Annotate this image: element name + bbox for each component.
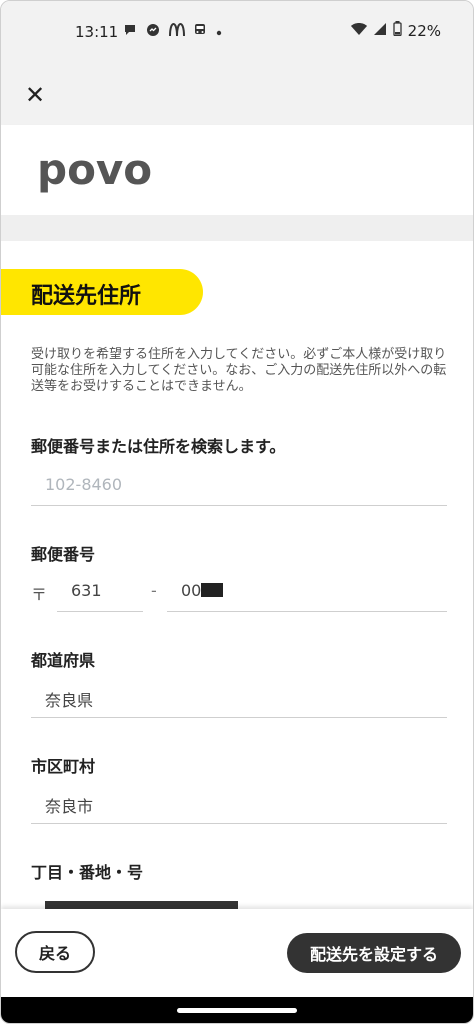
notification-icons — [123, 22, 223, 43]
search-label: 郵便番号または住所を検索します。 — [31, 437, 286, 456]
address-form: 配送先住所 受け取りを希望する住所を入力してください。必ずご本人様が受け取り可能… — [1, 241, 473, 909]
postal-code-first-input[interactable]: 631 — [71, 581, 102, 600]
bus-icon — [193, 23, 207, 42]
battery-icon — [393, 21, 402, 40]
close-icon: ✕ — [24, 81, 46, 109]
close-button[interactable]: ✕ — [21, 81, 49, 109]
mcdonalds-icon — [169, 22, 185, 42]
city-input[interactable]: 奈良市 — [45, 793, 93, 817]
signal-icon — [373, 21, 387, 40]
home-gesture-handle[interactable] — [177, 1008, 297, 1013]
set-delivery-address-button[interactable]: 配送先を設定する — [287, 933, 461, 973]
prefecture-label: 都道府県 — [31, 651, 96, 670]
postal-symbol: 〒 — [31, 585, 48, 604]
footer-actions: 戻る 配送先を設定する — [1, 909, 473, 997]
dot-icon — [215, 24, 223, 42]
city-underline — [31, 823, 447, 824]
street-label: 丁目・番地・号 — [31, 863, 144, 882]
city-label: 市区町村 — [31, 757, 96, 776]
phone-screen: 13:11 22% ✕ povo 配送先住所 受け取りを希望する住所を入力してく… — [0, 0, 474, 1024]
postal-code-label: 郵便番号 — [31, 545, 96, 564]
wifi-icon — [350, 21, 367, 40]
section-divider — [1, 215, 473, 241]
brand-header: povo — [1, 125, 473, 215]
app-bar: ✕ — [1, 63, 473, 125]
status-time: 13:11 — [75, 23, 119, 41]
system-nav-bar — [1, 997, 473, 1023]
search-input-underline — [31, 505, 447, 506]
redaction-mask — [201, 583, 224, 597]
prefecture-input[interactable]: 奈良県 — [45, 687, 93, 711]
postal-first-underline — [57, 611, 143, 612]
section-description: 受け取りを希望する住所を入力してください。必ずご本人様が受け取り可能な住所を入力… — [31, 347, 447, 394]
postal-second-underline — [167, 611, 447, 612]
system-status: 22% — [350, 21, 441, 40]
povo-logo: povo — [37, 145, 153, 194]
postal-dash: - — [151, 581, 157, 600]
back-button[interactable]: 戻る — [15, 931, 95, 973]
battery-percentage: 22% — [407, 21, 441, 40]
prefecture-underline — [31, 717, 447, 718]
section-title-badge: 配送先住所 — [1, 269, 203, 315]
street-input-redacted[interactable] — [45, 901, 238, 909]
section-title: 配送先住所 — [31, 284, 142, 309]
postal-second-value: 00 — [181, 581, 202, 600]
status-bar: 13:11 22% — [1, 1, 473, 63]
postal-code-second-input[interactable]: 00 — [181, 581, 224, 600]
address-search-input[interactable]: 102-8460 — [45, 475, 122, 494]
chat-icon — [123, 23, 137, 42]
facebook-messenger-icon — [145, 22, 161, 43]
